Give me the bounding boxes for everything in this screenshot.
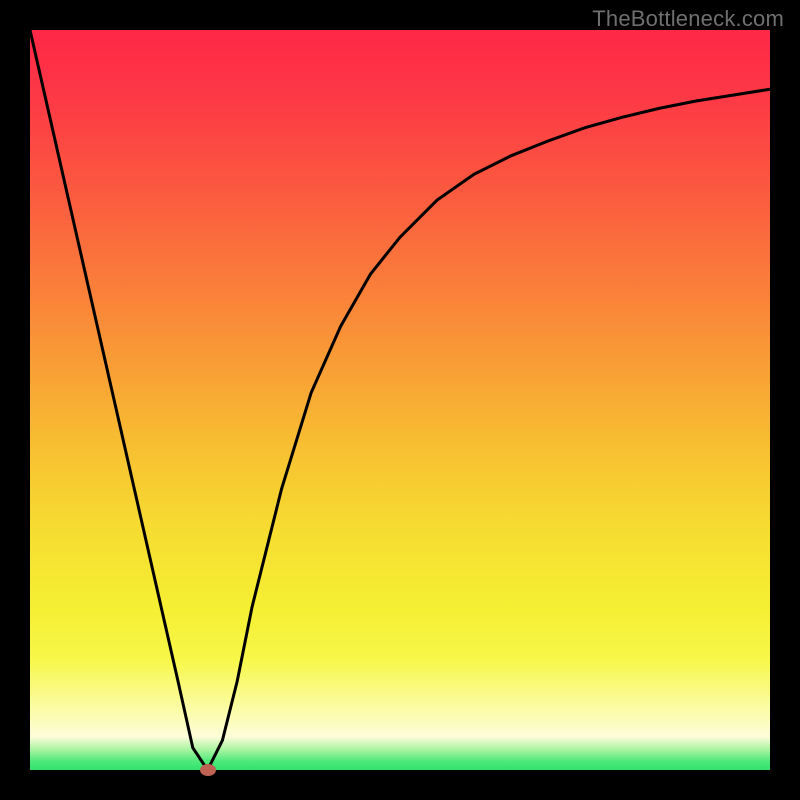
minimum-marker	[200, 764, 216, 776]
plot-area	[30, 30, 770, 770]
chart-container: TheBottleneck.com	[0, 0, 800, 800]
watermark-text: TheBottleneck.com	[592, 6, 784, 32]
bottleneck-curve	[30, 30, 770, 770]
curve-path	[30, 30, 770, 770]
